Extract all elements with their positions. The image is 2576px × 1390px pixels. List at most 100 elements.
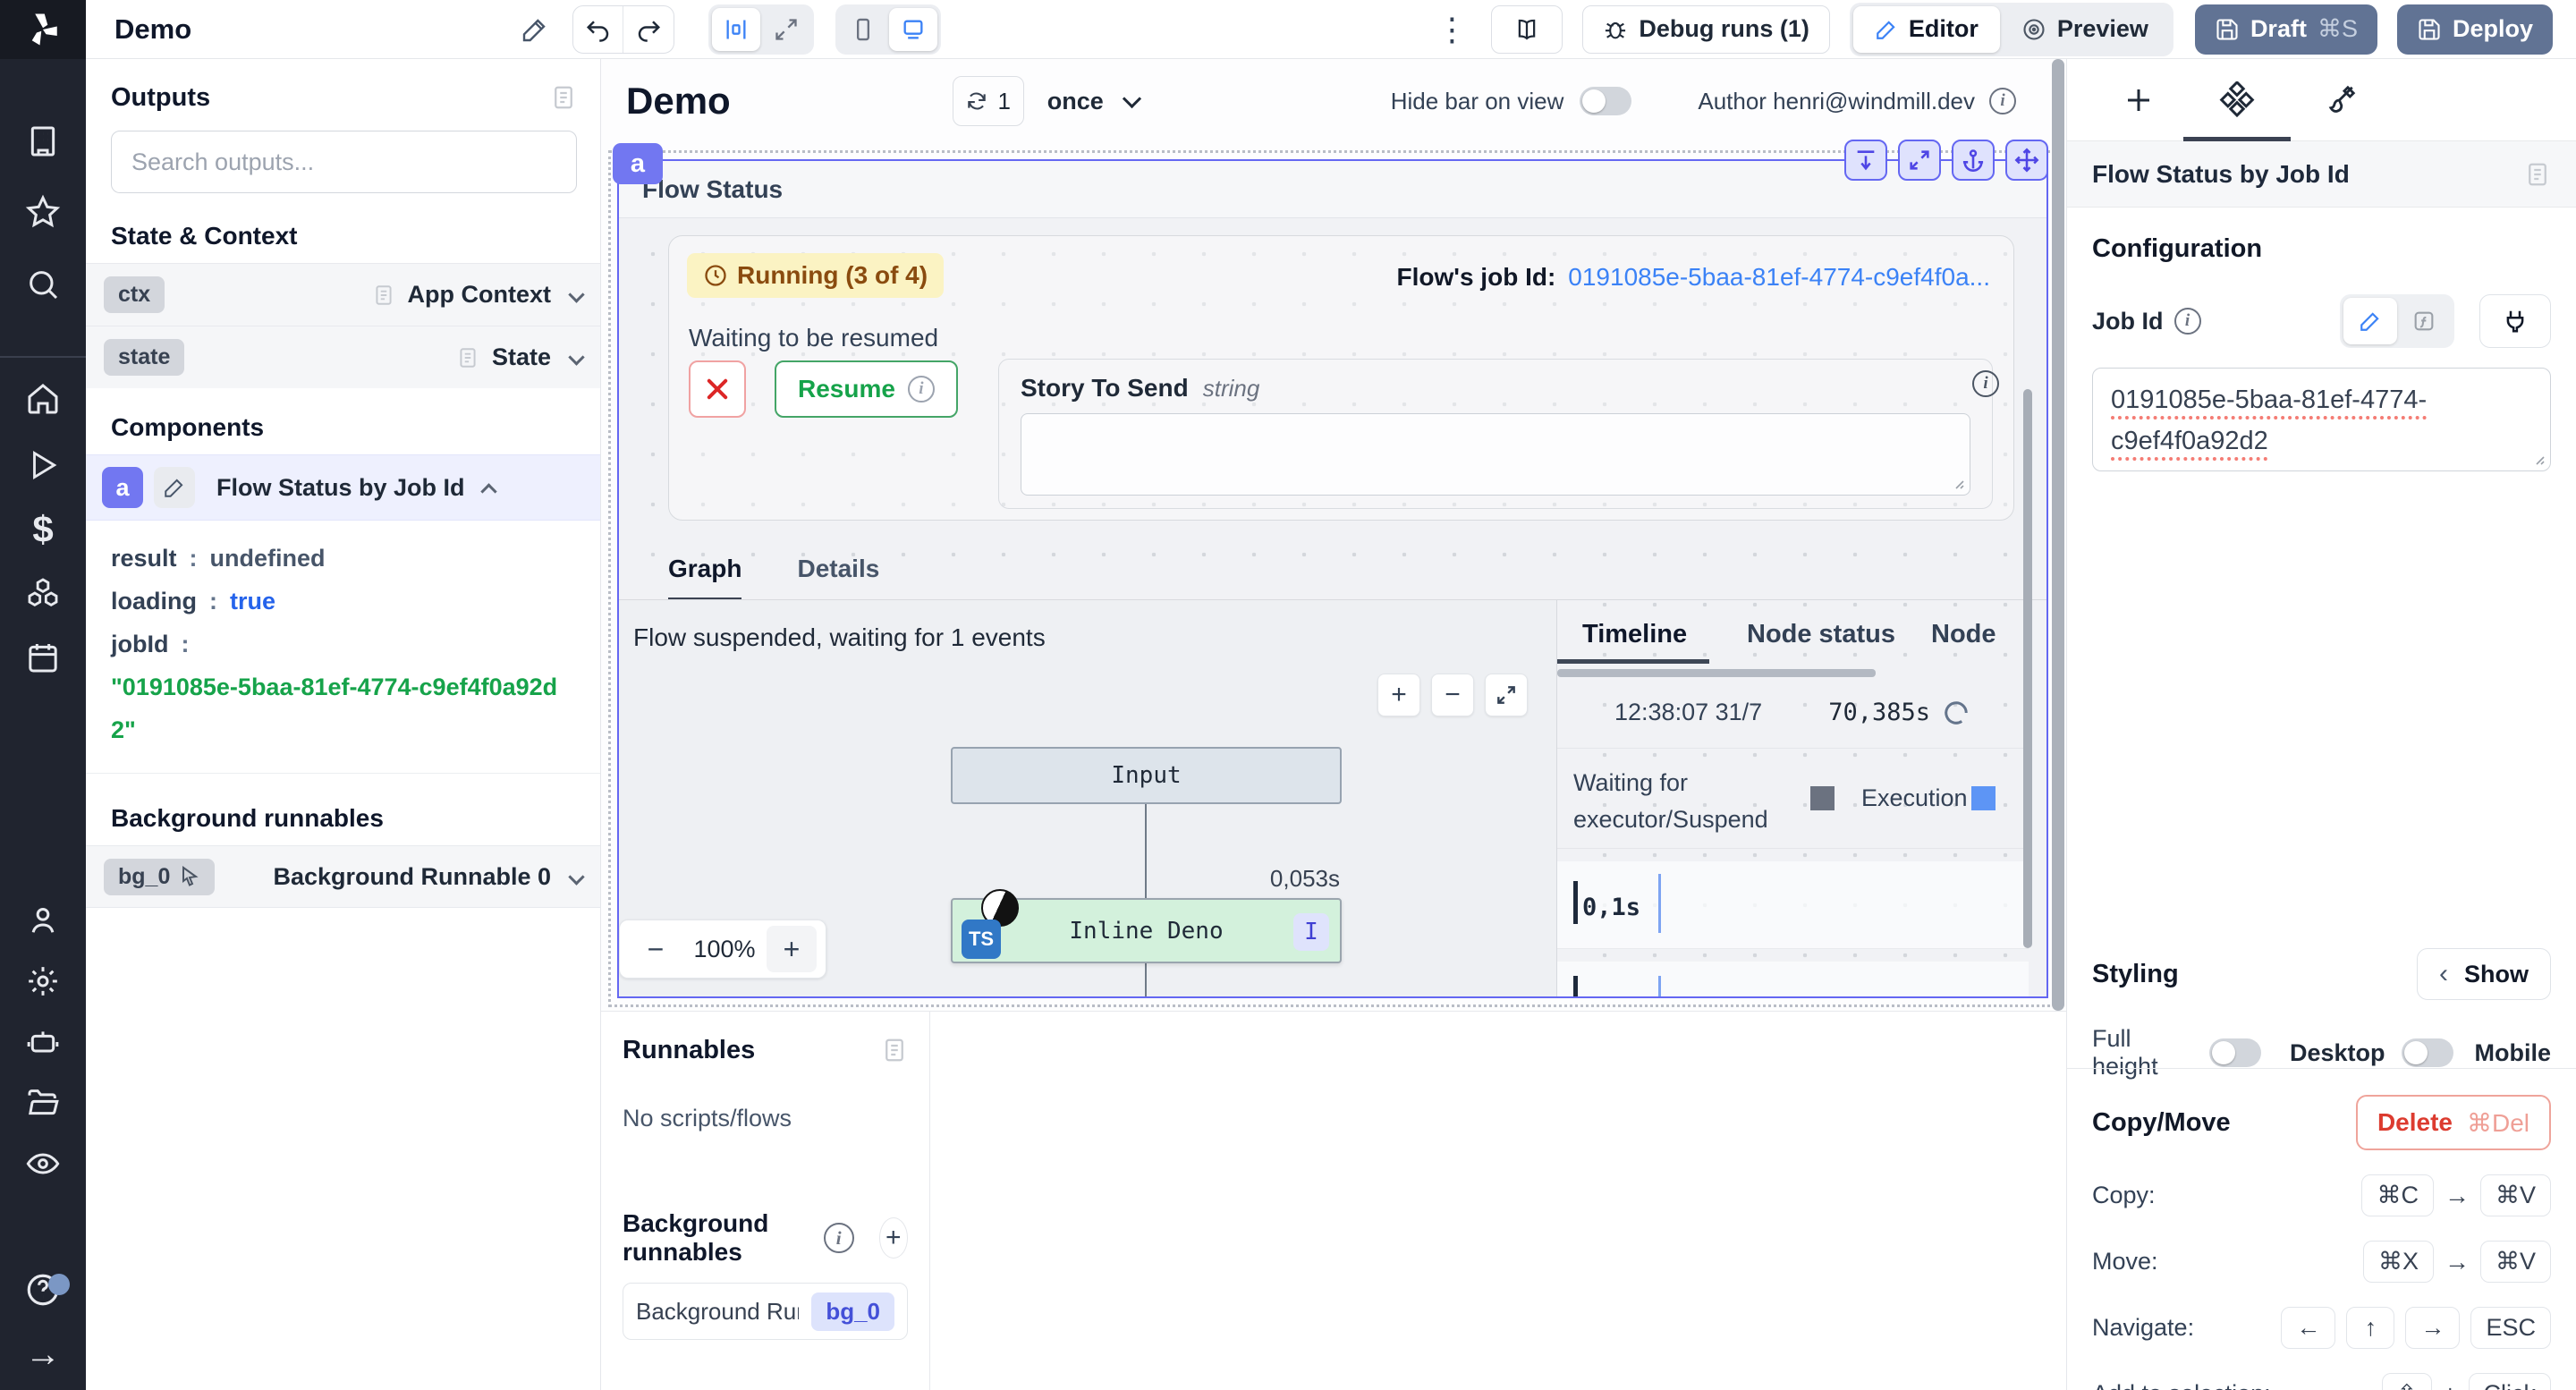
flow-job-id-line: Flow's job Id: 0191085e-5baa-81ef-4774-c… (1397, 263, 1990, 292)
desktop-view-button[interactable] (889, 8, 937, 51)
anchor-button[interactable] (1952, 140, 1995, 181)
undo-button[interactable] (573, 6, 623, 53)
bug-icon (1603, 17, 1628, 42)
ctx-row[interactable]: ctx App Context (86, 263, 600, 326)
prop-result[interactable]: result:undefined (111, 537, 575, 580)
chevron-up-icon[interactable] (480, 483, 496, 499)
component-a-row[interactable]: a Flow Status by Job Id (86, 454, 600, 521)
flow-status-component[interactable]: a Flow Status Running (3 of 4) Flow's jo… (617, 159, 2048, 998)
component-edit-chip[interactable] (154, 467, 195, 508)
card-info-icon[interactable]: i (1972, 370, 1999, 397)
tab-node-status[interactable]: Node status (1747, 620, 1895, 649)
component-a-tag[interactable]: a (613, 143, 663, 184)
resize-handle-icon[interactable] (1951, 476, 1965, 490)
flow-status-card: Running (3 of 4) Flow's job Id: 0191085e… (668, 235, 2014, 521)
move-label: Move: (2092, 1248, 2158, 1276)
chevron-down-icon[interactable] (568, 869, 584, 885)
chevron-down-icon[interactable] (568, 286, 584, 302)
graph-node-input[interactable]: Input (951, 747, 1342, 804)
graph-node-inline-deno[interactable]: TS Inline Deno I (951, 898, 1342, 963)
tab-timeline[interactable]: Timeline (1582, 620, 1687, 649)
outputs-search (111, 131, 577, 193)
component-scrollbar[interactable] (2023, 389, 2032, 948)
delete-button[interactable]: Delete ⌘Del (2356, 1095, 2551, 1150)
state-badge: state (104, 339, 184, 376)
runnables-doc-icon[interactable] (881, 1035, 908, 1065)
workers-robot-icon[interactable] (23, 1022, 63, 1062)
chevron-down-icon[interactable] (568, 349, 584, 365)
resources-cubes-icon[interactable] (23, 573, 63, 613)
styling-tab[interactable] (2319, 79, 2362, 122)
function-input-mode-button[interactable] (2397, 298, 2451, 344)
refresh-count-button[interactable]: 1 (953, 76, 1024, 126)
timeline-scrollbar[interactable] (1557, 669, 1876, 677)
prop-jobid[interactable]: jobId: (111, 623, 575, 665)
job-id-label: Job Id (2092, 308, 2164, 335)
hide-bar-toggle[interactable] (1580, 87, 1631, 115)
zoom-minus-button[interactable]: − (629, 933, 682, 966)
schedules-calendar-icon[interactable] (23, 638, 63, 677)
prop-loading[interactable]: loading:true (111, 580, 575, 623)
tab-graph[interactable]: Graph (668, 555, 741, 602)
fullwidth-layout-button[interactable] (762, 8, 810, 51)
docs-book-button[interactable] (1491, 5, 1563, 54)
full-height-toggle[interactable] (2209, 1038, 2261, 1067)
move-button[interactable] (2005, 140, 2048, 181)
tab-node[interactable]: Node (1931, 620, 1996, 649)
author-info-icon[interactable]: i (1989, 88, 2016, 114)
mobile-view-button[interactable] (839, 8, 887, 51)
search-outputs-input[interactable] (131, 148, 556, 176)
cancel-x-button[interactable] (689, 360, 746, 418)
fullscreen-button[interactable] (1898, 140, 1941, 181)
resize-handle-icon[interactable] (2531, 452, 2546, 466)
resume-button[interactable]: Resume i (775, 360, 958, 418)
job-id-info-icon[interactable]: i (2174, 308, 2201, 335)
flow-job-id-link[interactable]: 0191085e-5baa-81ef-4774-c9ef4f0a... (1568, 263, 1990, 292)
static-input-mode-button[interactable] (2343, 298, 2397, 344)
variables-dollar-icon[interactable]: $ (23, 510, 63, 549)
graph-zoom-in-button[interactable]: + (1377, 674, 1420, 716)
bg0-row[interactable]: bg_0 Background Runnable 0 (86, 845, 600, 908)
prop-jobid-value[interactable]: "0191085e-5baa-81ef-4774-c9ef4f0a92d2" (111, 665, 575, 751)
user-icon[interactable] (23, 901, 63, 940)
insert-component-tab[interactable] (2117, 79, 2160, 122)
expand-down-button[interactable] (1844, 140, 1887, 181)
add-background-runnable-button[interactable]: + (879, 1217, 908, 1259)
connect-plug-button[interactable] (2479, 294, 2551, 348)
favorites-star-icon[interactable] (23, 192, 63, 232)
page-scrollbar[interactable] (2052, 59, 2064, 1011)
component-settings-tab[interactable] (2216, 79, 2258, 122)
kebab-menu-icon[interactable]: ⋮ (1436, 11, 1468, 48)
workspace-icon[interactable] (23, 122, 63, 161)
collapse-rail-arrow-icon[interactable]: → (23, 1335, 63, 1374)
deploy-button[interactable]: Deploy (2397, 4, 2553, 55)
background-runnable-item[interactable]: Background Runna... bg_0 (623, 1283, 908, 1340)
debug-runs-button[interactable]: Debug runs (1) (1582, 5, 1830, 54)
runs-play-icon[interactable] (23, 445, 63, 485)
tab-details[interactable]: Details (797, 555, 879, 602)
redo-button[interactable] (623, 6, 674, 53)
folders-icon[interactable] (23, 1083, 63, 1123)
search-icon[interactable] (23, 265, 63, 304)
story-textarea[interactable] (1021, 413, 1970, 496)
schedule-select[interactable]: once (1047, 88, 1139, 115)
preview-tab[interactable]: Preview (2000, 6, 2170, 53)
audit-eye-icon[interactable] (23, 1144, 63, 1183)
outputs-doc-icon[interactable] (550, 82, 577, 113)
state-row[interactable]: state State (86, 326, 600, 388)
windmill-logo[interactable] (0, 0, 86, 59)
draft-button[interactable]: Draft ⌘S (2195, 4, 2377, 55)
editor-tab[interactable]: Editor (1853, 6, 2000, 53)
zoom-plus-button[interactable]: + (767, 926, 817, 972)
job-id-textarea[interactable]: 0191085e-5baa-81ef-4774-c9ef4f0a92d2 (2092, 368, 2551, 471)
graph-zoom-out-button[interactable]: − (1431, 674, 1474, 716)
graph-fit-button[interactable] (1485, 674, 1528, 716)
bg-runnables-info-icon[interactable]: i (824, 1223, 854, 1253)
show-styling-button[interactable]: ‹ Show (2417, 948, 2551, 1000)
rename-pencil-icon[interactable] (521, 15, 549, 44)
center-layout-button[interactable] (712, 8, 760, 51)
desktop-toggle[interactable] (2402, 1038, 2453, 1067)
home-icon[interactable] (23, 379, 63, 419)
settings-gear-icon[interactable] (23, 962, 63, 1001)
component-doc-icon[interactable] (2524, 159, 2551, 190)
